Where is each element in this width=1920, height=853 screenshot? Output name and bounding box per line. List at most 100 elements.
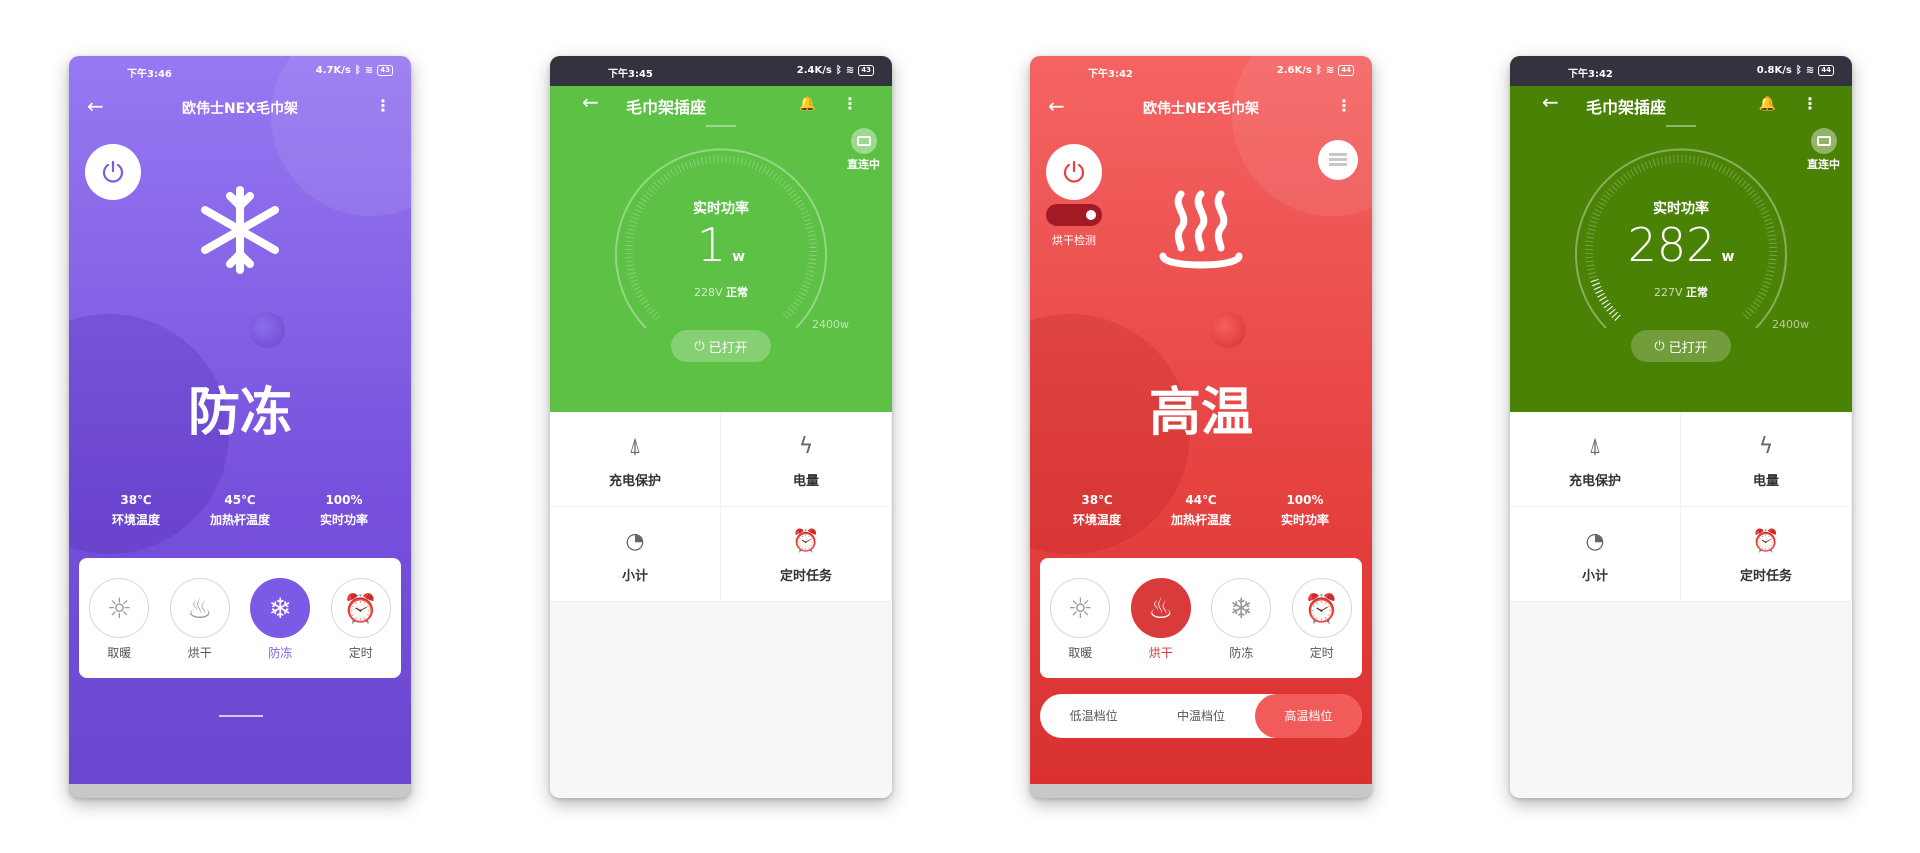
bluetooth-icon: ᛒ [1315,65,1322,76]
bell-icon[interactable]: 🔔 [799,96,816,112]
phone-high-temp-screen: 下午3:42 2.6K/s ᛒ ≋ 44 ← 欧伟士NEX毛巾架 ⋮ 烘干检测 … [1030,56,1372,798]
grid-timer-task[interactable]: ⏰ 定时任务 [1681,507,1852,602]
voltage-status: 正常 [726,286,749,299]
grid-label: 定时任务 [779,569,832,584]
mode-antifreeze[interactable]: ❄ 防冻 [1209,578,1273,661]
alarm-icon: ⏰ [330,578,391,638]
temp-level-low[interactable]: 低温档位 [1040,694,1147,738]
mode-label: 取暖 [107,646,132,660]
direct-connect-status[interactable]: 直连中 [1807,128,1840,172]
page-indicator [219,715,263,717]
status-bar: 下午3:42 0.8K/s ᛒ ≋ 44 [1510,56,1852,86]
temp-level-mid[interactable]: 中温档位 [1147,694,1254,738]
mode-heat[interactable]: ☼ 取暖 [87,578,151,661]
power-number: 282 [1627,218,1716,272]
voltage-status: 正常 [1686,286,1709,299]
grid-subtotal[interactable]: ◔ 小计 [550,507,721,602]
temp-level-selector: 低温档位 中温档位 高温档位 [1040,694,1362,738]
power-toggle-label: 已打开 [708,340,748,356]
more-menu-icon[interactable]: ⋮ [1336,96,1352,115]
mode-antifreeze[interactable]: ❄ 防冻 [248,578,312,661]
grid-energy[interactable]: ϟ 电量 [721,412,892,507]
stat-label: 实时功率 [1280,513,1329,527]
mode-label: 防冻 [1229,646,1254,660]
grid-energy[interactable]: ϟ 电量 [1681,412,1852,507]
mode-dry[interactable]: ♨ 烘干 [168,578,232,661]
more-menu-icon[interactable]: ⋮ [1802,94,1818,113]
stat-rod: 44℃ 加热杆温度 [1171,490,1231,530]
power-toggle-button[interactable]: ⏻ 已打开 [1631,330,1731,362]
mode-timer[interactable]: ⏰ 定时 [1290,578,1354,661]
more-menu-icon[interactable]: ⋮ [842,94,858,113]
wifi-icon: ≋ [364,65,374,76]
back-arrow-icon[interactable]: ← [1542,90,1559,114]
battery-icon: 44 [1338,65,1354,76]
grid-timer-task[interactable]: ⏰ 定时任务 [721,507,892,602]
alarm-icon: ⏰ [1752,529,1780,554]
function-grid: ⍋ 充电保护 ϟ 电量 ◔ 小计 ⏰ 定时任务 [550,412,892,602]
grid-label: 充电保护 [608,474,661,489]
voltage-value: 228V [693,286,723,299]
status-bar: 下午3:45 2.4K/s ᛒ ≋ 43 [550,56,892,86]
function-grid: ⍋ 充电保护 ϟ 电量 ◔ 小计 ⏰ 定时任务 [1510,412,1852,602]
back-arrow-icon[interactable]: ← [582,90,599,114]
grid-label: 定时任务 [1739,569,1792,584]
status-time: 下午3:42 [1568,69,1613,80]
stat-value: 38℃ [120,493,152,507]
alarm-icon: ⏰ [1291,578,1352,638]
stat-value: 45℃ [224,493,256,507]
grid-label: 电量 [1752,474,1779,489]
stat-value: 44℃ [1185,493,1217,507]
timer-icon: ◔ [625,529,645,554]
mode-timer[interactable]: ⏰ 定时 [329,578,393,661]
grid-subtotal[interactable]: ◔ 小计 [1510,507,1681,602]
list-menu-button[interactable] [1318,140,1358,180]
slider-knob[interactable] [1210,312,1246,348]
empty-area [550,602,892,798]
lightning-rod-icon: ⍋ [1588,434,1602,459]
power-number: 1 [696,218,727,272]
voltage-readout: 227V 正常 [1510,284,1852,300]
direct-connect-status[interactable]: 直连中 [847,128,880,172]
slider-knob[interactable] [249,312,285,348]
lightning-rod-icon: ⍋ [628,434,642,459]
mode-heat[interactable]: ☼ 取暖 [1048,578,1112,661]
grid-charge-protect[interactable]: ⍋ 充电保护 [1510,412,1681,507]
stat-label: 加热杆温度 [1170,513,1231,527]
current-mode-label: 防冻 [187,383,292,443]
mode-label: 烘干 [187,646,212,660]
mode-dry[interactable]: ♨ 烘干 [1129,578,1193,661]
list-icon [1329,153,1347,167]
battery-icon: 44 [1818,65,1834,76]
page-title: 毛巾架插座 [1586,98,1667,117]
dial-max-label: 2400w [1772,318,1809,331]
status-time: 下午3:46 [127,69,172,80]
battery-icon: 43 [858,65,874,76]
more-menu-icon[interactable]: ⋮ [375,96,391,115]
mode-selector: ☼ 取暖 ♨ 烘干 ❄ 防冻 ⏰ 定时 [79,558,401,678]
empty-area [1510,602,1852,798]
phone-power-socket-screen: 下午3:45 2.4K/s ᛒ ≋ 43 ← 毛巾架插座 🔔 ⋮ 直连中 实时功… [550,56,892,798]
tab-indicator [706,125,736,127]
bell-icon[interactable]: 🔔 [1759,96,1776,112]
bluetooth-icon: ᛒ [1795,65,1802,76]
voltage-value: 227V [1653,286,1683,299]
grid-charge-protect[interactable]: ⍋ 充电保护 [550,412,721,507]
dial-title: 实时功率 [1653,201,1709,217]
nav-bar: ← 欧伟士NEX毛巾架 ⋮ [1030,86,1372,126]
device-icon [1810,128,1837,154]
bluetooth-icon: ᛒ [835,65,842,76]
page-title: 欧伟士NEX毛巾架 [181,101,299,117]
direct-label: 直连中 [847,158,880,171]
net-speed: 2.4K/s [796,65,832,76]
stat-ambient: 38℃ 环境温度 [112,490,160,530]
status-right: 2.4K/s ᛒ ≋ 43 [797,65,874,76]
stat-label: 实时功率 [319,513,368,527]
power-toggle-button[interactable]: ⏻ 已打开 [671,330,771,362]
stat-label: 加热杆温度 [209,513,270,527]
stat-rod: 45℃ 加热杆温度 [210,490,270,530]
status-time: 下午3:42 [1088,69,1133,80]
power-icon: ⏻ [694,338,705,354]
temp-level-high[interactable]: 高温档位 [1254,694,1362,738]
stats-row: 38℃ 环境温度 44℃ 加热杆温度 100% 实时功率 [1030,490,1372,530]
